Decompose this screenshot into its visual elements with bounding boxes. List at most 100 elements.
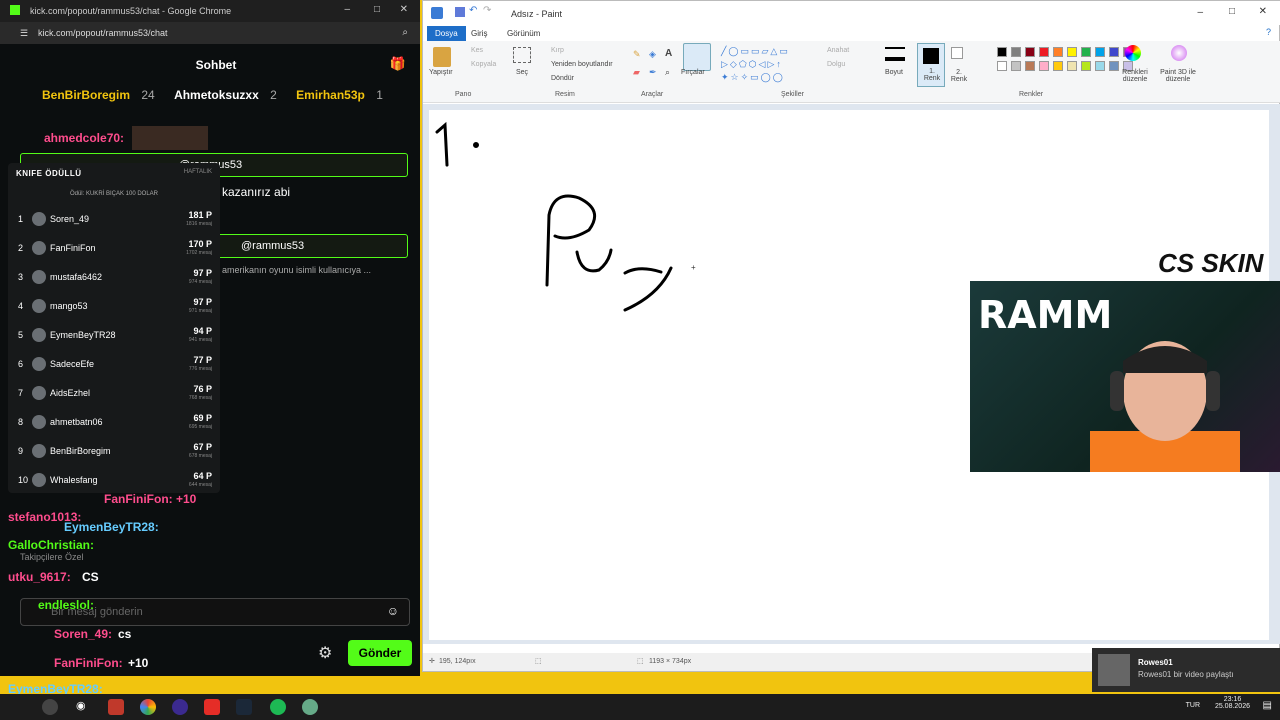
- stroke-y: [623, 266, 673, 312]
- shapes-gallery[interactable]: ╱◯▭▭▱△▭ ▷◇⬠⬡◁▷↑ ✦☆✧▭◯◯: [721, 45, 817, 85]
- paste-button[interactable]: Yapıştır: [429, 69, 453, 76]
- close-icon[interactable]: ✕: [400, 4, 408, 15]
- obs-icon[interactable]: [42, 699, 58, 715]
- search-icon[interactable]: ⌕: [402, 27, 408, 38]
- tab-view[interactable]: Görünüm: [499, 26, 548, 41]
- stroke-u: [575, 248, 613, 273]
- color-swatch[interactable]: [1081, 61, 1091, 71]
- size-icon[interactable]: [885, 47, 905, 61]
- crop-button[interactable]: Kırp: [551, 47, 564, 54]
- chat-message-user[interactable]: EymenBeyTR28:: [64, 520, 159, 534]
- brushes-icon[interactable]: [683, 43, 711, 71]
- chat-message-user[interactable]: endleslol:: [38, 598, 94, 612]
- pencil-icon[interactable]: ✎: [633, 49, 641, 60]
- color-swatch[interactable]: [1081, 47, 1091, 57]
- color-picker-icon[interactable]: ✒: [649, 67, 657, 78]
- send-button[interactable]: Gönder: [348, 640, 412, 666]
- color-swatch[interactable]: [997, 61, 1007, 71]
- rotate-button[interactable]: Döndür: [551, 75, 574, 82]
- file-explorer-icon[interactable]: ◉: [76, 699, 92, 715]
- address-bar[interactable]: ☰ kick.com/popout/rammus53/chat ⌕: [0, 22, 420, 44]
- color-palette: [973, 45, 1133, 81]
- language-indicator[interactable]: TUR: [1186, 702, 1200, 709]
- color-swatch[interactable]: [1025, 47, 1035, 57]
- size-button[interactable]: Boyut: [885, 69, 903, 76]
- chat-message-user[interactable]: GalloChristian:: [8, 538, 94, 552]
- chat-message-user[interactable]: ahmedcole70:: [44, 131, 124, 145]
- save-icon[interactable]: [455, 7, 465, 17]
- brushes-button[interactable]: Fırçalar: [681, 69, 705, 76]
- color-swatch[interactable]: [1095, 47, 1105, 57]
- voice-app-icon[interactable]: [108, 699, 124, 715]
- magnifier-icon[interactable]: ⌕: [665, 67, 670, 78]
- help-icon[interactable]: ?: [1266, 27, 1271, 37]
- color-swatch[interactable]: [1053, 47, 1063, 57]
- color-swatch[interactable]: [997, 47, 1007, 57]
- minimize-icon[interactable]: –: [344, 4, 350, 15]
- leaderboard-rank: 3: [18, 272, 24, 282]
- spotify-icon[interactable]: [270, 699, 286, 715]
- copy-button[interactable]: Kopyala: [471, 61, 496, 68]
- minimize-icon[interactable]: –: [1197, 7, 1203, 18]
- notification-toast[interactable]: Rowes01 Rowes01 bir video paylaştı: [1092, 648, 1280, 692]
- color-swatch[interactable]: [1095, 61, 1105, 71]
- color2-button[interactable]: 2. Renk: [947, 69, 971, 83]
- text-icon[interactable]: A: [665, 48, 672, 59]
- select-button[interactable]: Seç: [516, 69, 528, 76]
- redo-icon[interactable]: ↷: [483, 5, 491, 16]
- tab-file[interactable]: Dosya: [427, 26, 466, 41]
- steam-icon[interactable]: [236, 699, 252, 715]
- paint3d-icon[interactable]: [1171, 45, 1187, 61]
- top-gifter-2[interactable]: Ahmetoksuzxx 2: [174, 88, 285, 102]
- chat-system-text: amerikanın oyunu isimli kullanıcıya ...: [222, 265, 372, 275]
- color-swatch[interactable]: [1109, 47, 1119, 57]
- paint-taskbar-icon[interactable]: [302, 699, 318, 715]
- settings-gear-icon[interactable]: ⚙: [318, 643, 332, 663]
- color-swatch[interactable]: [1053, 61, 1063, 71]
- color-swatch[interactable]: [1039, 61, 1049, 71]
- color-swatch[interactable]: [1039, 47, 1049, 57]
- maximize-icon[interactable]: □: [374, 4, 380, 15]
- cut-button[interactable]: Kes: [471, 47, 483, 54]
- fill-button[interactable]: Dolgu: [827, 61, 845, 68]
- edit-colors-icon[interactable]: [1125, 45, 1141, 61]
- clock[interactable]: 23:16 25.08.2026: [1215, 696, 1250, 710]
- color-swatch[interactable]: [1067, 47, 1077, 57]
- outline-button[interactable]: Anahat: [827, 47, 849, 54]
- top-gifter-3[interactable]: Emirhan53p 1: [296, 88, 391, 102]
- close-icon[interactable]: ✕: [1259, 6, 1267, 17]
- leaderboard-messages: 1816 mesaj: [186, 221, 212, 227]
- paste-icon[interactable]: [433, 47, 451, 67]
- youtube-icon[interactable]: [204, 699, 220, 715]
- emoji-icon[interactable]: ☺: [387, 604, 399, 618]
- edit-colors-button[interactable]: Renkleri düzenle: [1119, 69, 1151, 83]
- color-swatch[interactable]: [1011, 47, 1021, 57]
- webcam-overlay: RAMM: [970, 281, 1280, 472]
- resize-button[interactable]: Yeniden boyutlandır: [551, 61, 613, 68]
- color1-button[interactable]: 1. Renk: [917, 43, 945, 87]
- color-swatch[interactable]: [1025, 61, 1035, 71]
- chrome-titlebar: kick.com/popout/rammus53/chat - Google C…: [0, 0, 420, 22]
- chat-message-user[interactable]: utku_9617:: [8, 570, 71, 584]
- chrome-icon[interactable]: [140, 699, 156, 715]
- chat-message-user[interactable]: FanFiniFon:: [54, 656, 123, 670]
- color2-swatch[interactable]: [951, 47, 963, 59]
- fill-icon[interactable]: ◈: [649, 49, 656, 60]
- leaderboard-points: 170 P: [188, 239, 212, 249]
- color-swatch[interactable]: [1067, 61, 1077, 71]
- site-info-icon[interactable]: ☰: [20, 28, 28, 39]
- notification-center-icon[interactable]: ▤: [1263, 700, 1272, 711]
- avatar: [32, 241, 46, 255]
- app-icon[interactable]: [172, 699, 188, 715]
- chat-message-user[interactable]: Soren_49:: [54, 627, 112, 641]
- gift-icon[interactable]: 🎁: [390, 56, 406, 72]
- color-swatch[interactable]: [1109, 61, 1119, 71]
- eraser-icon[interactable]: ▰: [633, 67, 640, 78]
- select-icon[interactable]: [513, 47, 531, 63]
- top-gifter-1[interactable]: BenBirBoregim 24: [42, 88, 163, 102]
- paint3d-button[interactable]: Paint 3D ile düzenle: [1153, 69, 1203, 83]
- tab-home[interactable]: Giriş: [463, 26, 495, 41]
- color-swatch[interactable]: [1011, 61, 1021, 71]
- undo-icon[interactable]: ↶: [469, 5, 477, 16]
- maximize-icon[interactable]: □: [1229, 6, 1235, 17]
